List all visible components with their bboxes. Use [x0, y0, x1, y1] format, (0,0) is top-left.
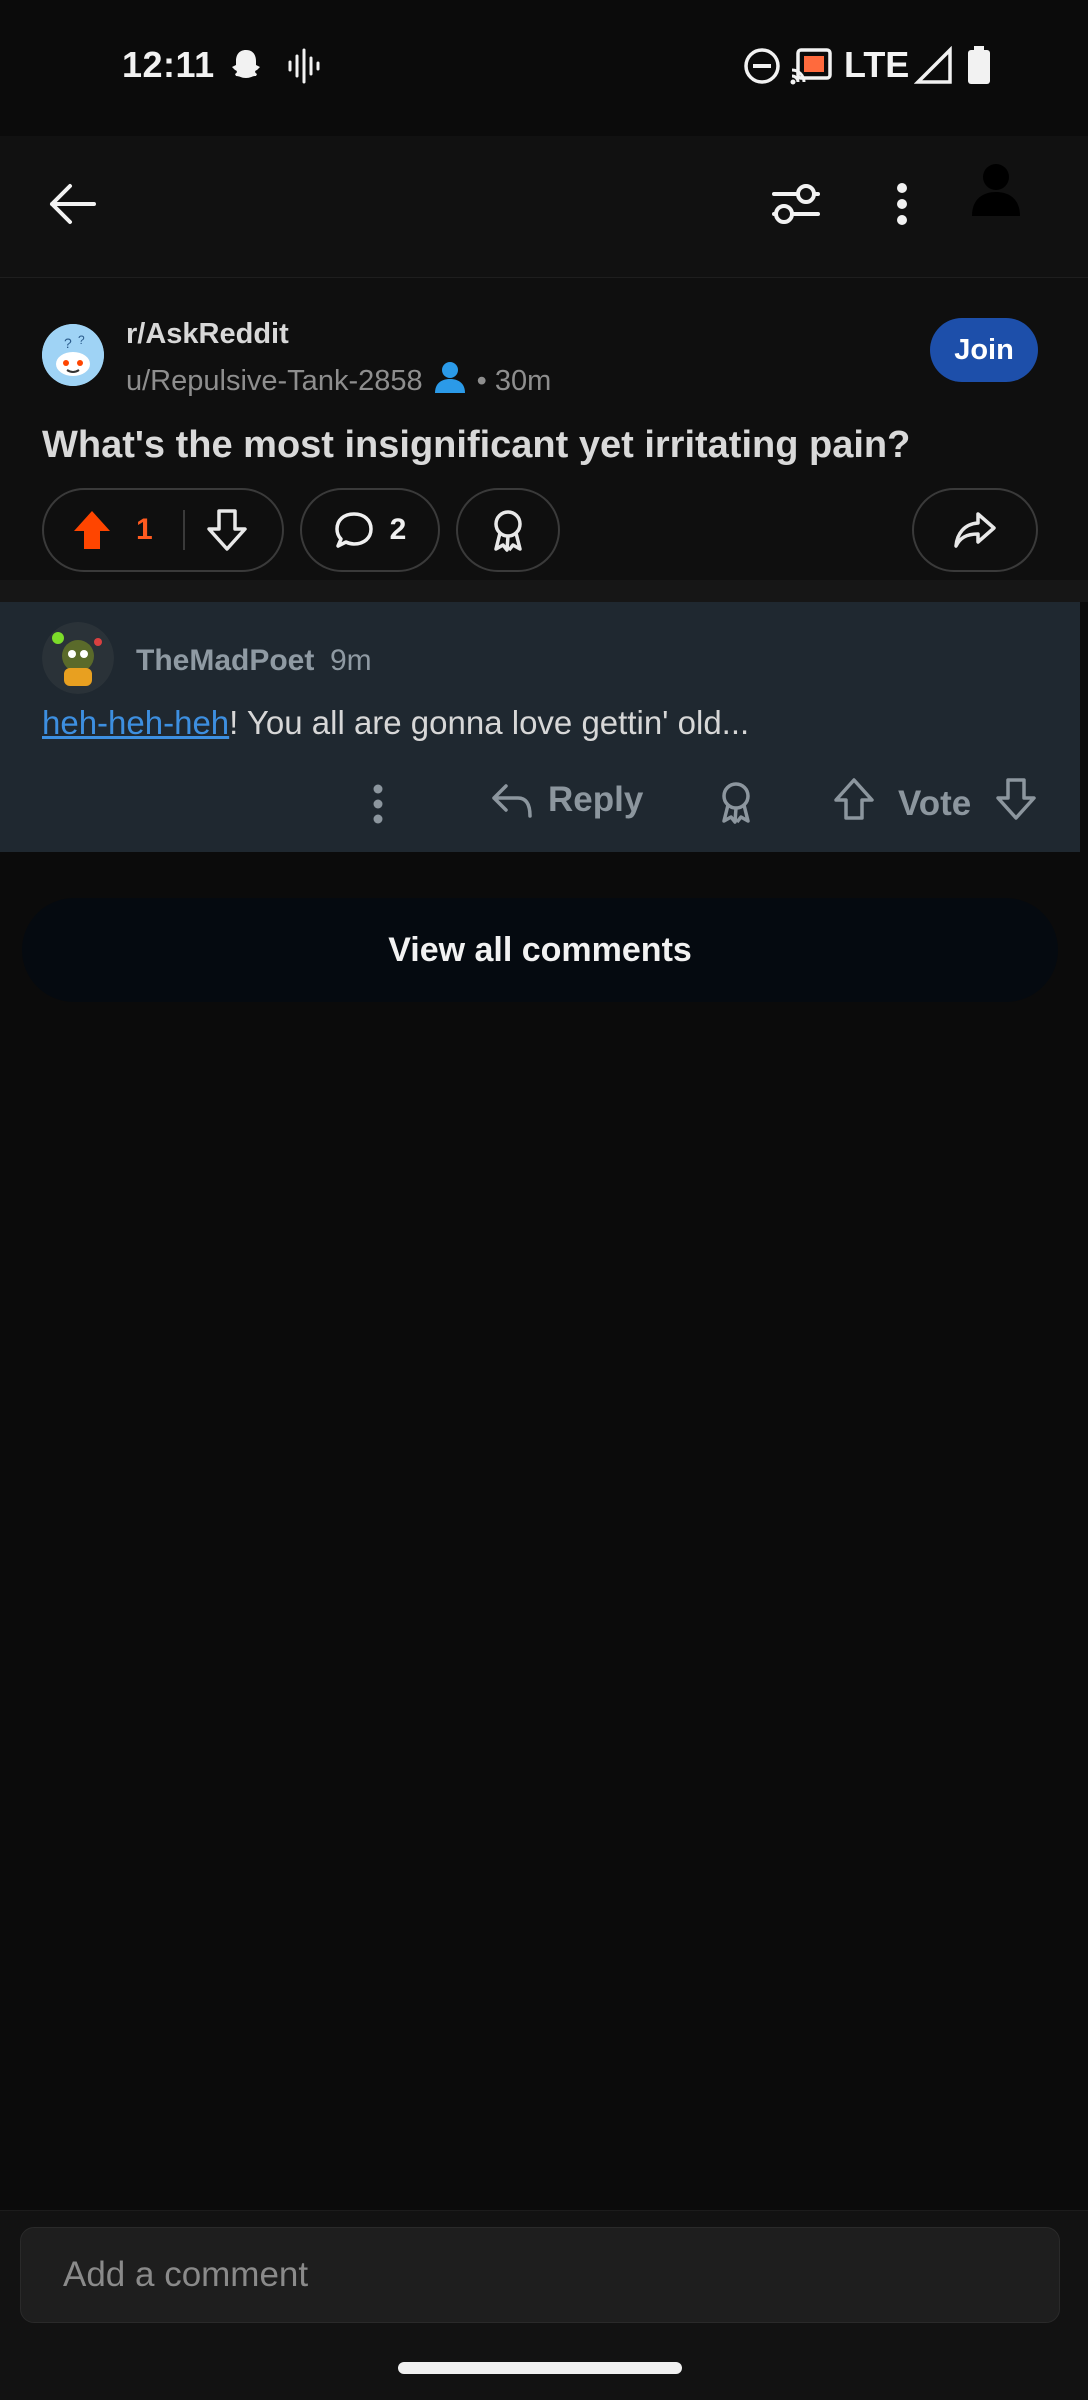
post-meta: u/Repulsive-Tank-2858 • 30m: [126, 360, 551, 402]
profile-button[interactable]: [958, 154, 1034, 230]
share-icon: [952, 510, 998, 550]
signal-icon: [913, 45, 954, 91]
svg-text:?: ?: [78, 333, 85, 347]
profile-icon: [970, 162, 1022, 223]
award-button[interactable]: [456, 488, 560, 572]
comment-downvote-button[interactable]: [996, 778, 1036, 820]
battery-icon: [966, 46, 992, 91]
post-age: • 30m: [476, 364, 552, 397]
downvote-button[interactable]: [206, 509, 247, 551]
svg-text:?: ?: [64, 335, 72, 351]
comment-body: heh-heh-heh! You all are gonna love gett…: [42, 704, 749, 742]
comment-more-button[interactable]: [372, 784, 384, 824]
comment-author[interactable]: TheMadPoet: [136, 644, 314, 678]
downvote-icon: [206, 509, 247, 551]
view-all-comments-button[interactable]: View all comments: [22, 898, 1058, 1002]
add-comment-input[interactable]: Add a comment: [20, 2227, 1060, 2323]
vote-separator: [182, 510, 185, 550]
comment-link[interactable]: heh-heh-heh: [42, 704, 229, 741]
comment-bubble-icon: [334, 510, 374, 550]
network-type: LTE: [844, 44, 910, 85]
vote-control: 1: [42, 488, 284, 572]
share-button[interactable]: [912, 488, 1038, 572]
award-icon: [488, 508, 528, 552]
comments-button[interactable]: 2: [300, 488, 440, 572]
section-divider: [0, 580, 1088, 602]
gesture-home-indicator[interactable]: [398, 2362, 682, 2374]
overflow-menu-button[interactable]: [864, 168, 940, 244]
back-button[interactable]: [34, 168, 110, 244]
subreddit-name[interactable]: r/AskReddit: [126, 318, 289, 351]
snapchat-icon: [226, 46, 266, 91]
filter-button[interactable]: [758, 168, 834, 244]
comment-vote-label: Vote: [898, 784, 972, 823]
comment-actions: Reply Vote: [0, 772, 1080, 842]
user-icon: [433, 360, 467, 402]
voice-icon: [286, 46, 322, 91]
vote-count: 1: [136, 513, 153, 546]
comment-count: 2: [389, 513, 407, 546]
comment-card[interactable]: TheMadPoet 9m heh-heh-heh! You all are g…: [0, 602, 1080, 852]
overflow-menu-icon: [896, 182, 908, 231]
upvote-icon: [74, 511, 110, 549]
dnd-icon: [742, 46, 782, 91]
status-bar: 12:11 LTE: [0, 0, 1088, 136]
comment-age: 9m: [330, 644, 372, 677]
upvote-button[interactable]: [72, 509, 112, 551]
reply-button[interactable]: Reply: [490, 780, 643, 820]
post-header: ? ? r/AskReddit u/Repulsive-Tank-2858 • …: [0, 278, 1088, 580]
comment-upvote-button[interactable]: [834, 778, 874, 820]
join-button[interactable]: Join: [930, 318, 1038, 382]
commenter-avatar[interactable]: [42, 622, 114, 694]
cast-icon: [790, 46, 834, 91]
comment-text: ! You all are gonna love gettin' old...: [229, 704, 750, 741]
app-bar: [0, 136, 1088, 278]
downvote-outline-icon: [996, 778, 1036, 820]
more-vertical-icon: [373, 784, 383, 824]
post-author[interactable]: u/Repulsive-Tank-2858: [126, 365, 423, 398]
status-time: 12:11: [122, 44, 215, 85]
reply-label: Reply: [548, 780, 644, 819]
comment-award-button[interactable]: [716, 780, 756, 824]
reply-icon: [492, 784, 532, 818]
award-icon: [722, 782, 750, 824]
post-title[interactable]: What's the most insignificant yet irrita…: [42, 424, 910, 467]
upvote-outline-icon: [834, 778, 874, 820]
back-arrow-icon: [46, 182, 98, 231]
filter-icon: [770, 181, 822, 232]
subreddit-avatar[interactable]: ? ?: [42, 324, 104, 386]
